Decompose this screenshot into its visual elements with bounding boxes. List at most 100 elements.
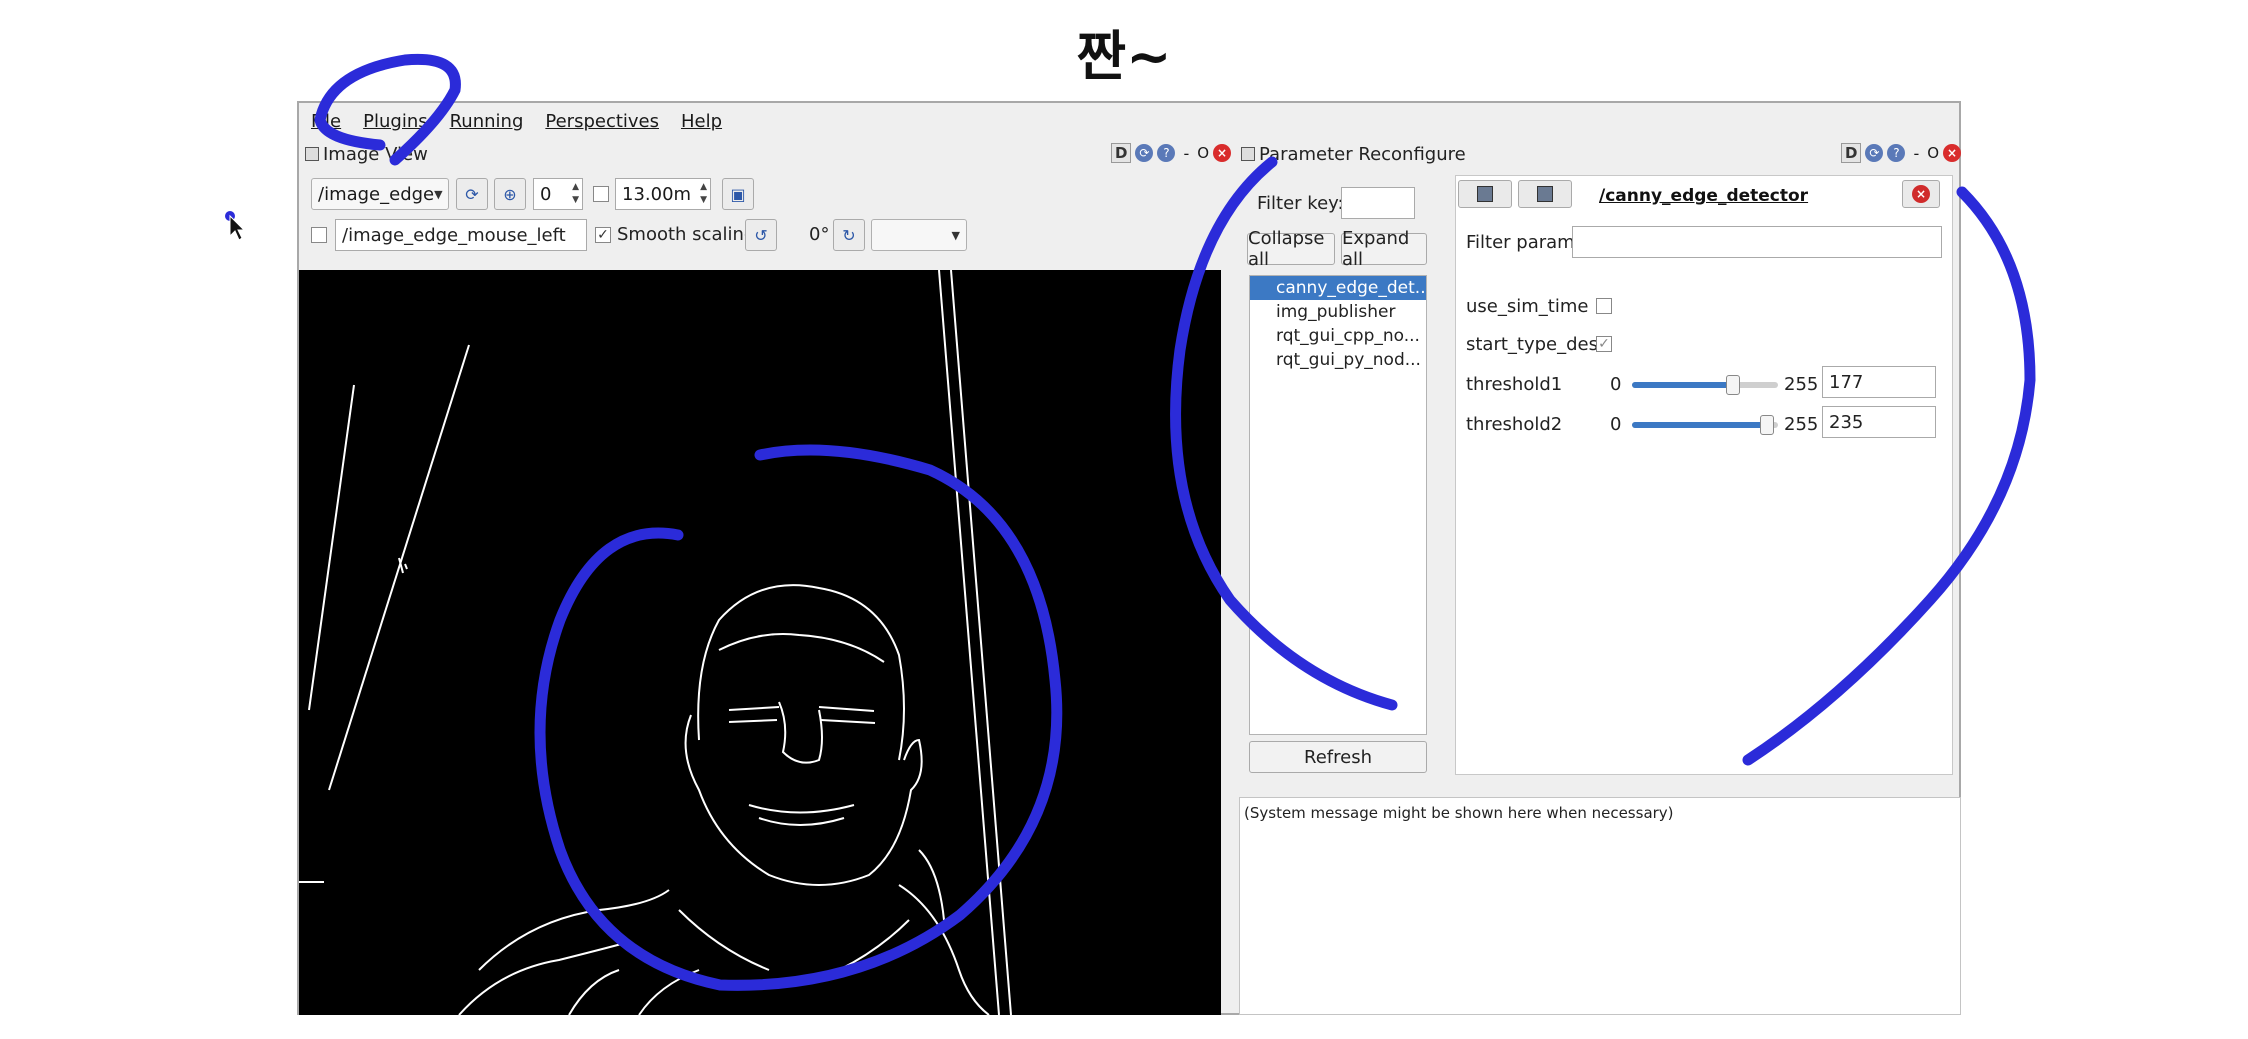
edge-face — [684, 714, 923, 886]
mouse-topic-field[interactable]: /image_edge_mouse_left — [335, 219, 587, 251]
rotate-right-button[interactable]: ↻ — [833, 219, 865, 251]
edge-shoulder-left — [478, 889, 670, 971]
param-reconfigure-title: Parameter Reconfigure — [1241, 139, 1466, 169]
edge-hairline — [718, 633, 885, 663]
float-button[interactable]: O — [1927, 144, 1939, 162]
menu-plugins[interactable]: Plugins — [363, 111, 427, 132]
param-panel: /canny_edge_detector × Filter param: use… — [1455, 175, 1953, 775]
topic-select[interactable]: /image_edge ▼ — [311, 178, 449, 210]
list-item[interactable]: rqt_gui_cpp_no... — [1250, 324, 1426, 348]
dock-d-button[interactable]: D — [1111, 143, 1132, 163]
zoom-spinbox[interactable]: 0 ▲ ▼ — [533, 178, 583, 210]
zoom-fit-button[interactable]: ⊕ — [494, 178, 526, 210]
color-scheme-select[interactable]: ▼ — [871, 219, 967, 251]
menu-perspectives[interactable]: Perspectives — [545, 111, 659, 132]
chevron-down-icon: ▼ — [434, 187, 443, 201]
system-message-text: (System message might be shown here when… — [1244, 804, 1674, 822]
list-item[interactable]: rqt_gui_py_nod... — [1250, 348, 1426, 372]
reload-icon[interactable]: ⟳ — [1865, 144, 1884, 162]
filter-key-input[interactable] — [1341, 187, 1415, 219]
use-sim-time-checkbox[interactable] — [1596, 298, 1612, 314]
filter-param-label: Filter param: — [1466, 232, 1581, 253]
node-list: canny_edge_det... img_publisher rqt_gui_… — [1249, 275, 1427, 735]
edge-shirt — [568, 969, 700, 1015]
node-title: /canny_edge_detector — [1599, 186, 1809, 206]
param-reconfigure-title-text: Parameter Reconfigure — [1259, 143, 1466, 165]
close-icon[interactable]: × — [1943, 144, 1962, 162]
threshold2-slider-handle[interactable] — [1759, 415, 1774, 435]
save-image-button[interactable]: ▣ — [722, 178, 754, 210]
threshold2-label: threshold2 — [1466, 414, 1563, 435]
collapse-all-button[interactable]: Collapse all — [1247, 228, 1335, 270]
rotate-left-button[interactable]: ↺ — [745, 219, 777, 251]
minimize-icon[interactable]: - — [1913, 144, 1919, 163]
image-view-dock-buttons: D ⟳ ? - O × — [1111, 143, 1232, 163]
edge-marks — [398, 557, 408, 574]
chevron-down-icon: ▼ — [951, 228, 960, 242]
image-view-icon — [305, 147, 319, 161]
threshold1-slider[interactable] — [1632, 375, 1778, 395]
minimize-icon[interactable]: - — [1183, 144, 1189, 163]
smooth-scaling-label: Smooth scaling — [617, 224, 756, 245]
threshold2-slider-fill — [1632, 422, 1767, 428]
start-type-checkbox[interactable]: ✓ — [1596, 336, 1612, 352]
mouse-publish-checkbox[interactable] — [311, 227, 327, 243]
expand-all-button[interactable]: Expand all — [1341, 228, 1427, 270]
save-params-button[interactable] — [1518, 180, 1572, 208]
close-node-button[interactable]: × — [1902, 180, 1940, 208]
filter-key-label: Filter key: — [1257, 193, 1344, 214]
menu-file[interactable]: File — [311, 111, 341, 132]
refresh-button[interactable]: Refresh — [1249, 741, 1427, 773]
help-icon[interactable]: ? — [1887, 144, 1906, 162]
filter-param-input[interactable] — [1572, 226, 1942, 258]
threshold2-input[interactable]: 235 — [1822, 406, 1936, 438]
use-sim-time-label: use_sim_time — [1466, 296, 1589, 317]
load-params-button[interactable] — [1458, 180, 1512, 208]
start-type-label: start_type_des — [1466, 334, 1599, 355]
threshold1-input[interactable]: 177 — [1822, 366, 1936, 398]
rotation-label: 0° — [809, 224, 830, 245]
param-reconfigure-icon — [1241, 147, 1255, 161]
list-item[interactable]: canny_edge_det... — [1250, 276, 1426, 300]
timeout-spinbox[interactable]: 13.00m ▲ ▼ — [615, 178, 711, 210]
edge-head — [697, 584, 905, 761]
mouse-topic-value: /image_edge_mouse_left — [342, 224, 566, 246]
slide-title: 짠~ — [1076, 25, 1172, 88]
edge-eyes — [728, 706, 876, 724]
edge-mouth — [748, 804, 855, 826]
image-view-title: Image View — [305, 139, 428, 169]
timeout-value: 13.00m — [622, 183, 692, 205]
edge-nose — [778, 701, 823, 764]
param-dock-buttons: D ⟳ ? - O × — [1841, 143, 1962, 163]
threshold1-slider-handle[interactable] — [1726, 375, 1741, 395]
slide: 짠~ File Plugins Running Perspectives Hel… — [0, 0, 2248, 1039]
threshold1-label: threshold1 — [1466, 374, 1563, 395]
edge-collar — [678, 909, 910, 971]
edge-line-right — [938, 270, 1000, 1015]
system-message-area: (System message might be shown here when… — [1239, 797, 1961, 1015]
menu-bar: File Plugins Running Perspectives Help — [299, 103, 1959, 139]
edge-shoulder-right — [898, 884, 990, 1015]
help-icon[interactable]: ? — [1157, 144, 1176, 162]
refresh-topics-button[interactable]: ⟳ — [456, 178, 488, 210]
threshold1-min: 0 — [1610, 374, 1622, 395]
threshold2-max: 255 — [1784, 414, 1819, 435]
smooth-scaling-checkbox[interactable]: ✓ — [595, 227, 611, 243]
threshold1-slider-fill — [1632, 382, 1734, 388]
list-item[interactable]: img_publisher — [1250, 300, 1426, 324]
close-icon: × — [1912, 185, 1930, 203]
spin-arrows-icon: ▲ ▼ — [572, 182, 579, 205]
image-view-title-text: Image View — [323, 143, 428, 165]
threshold2-slider[interactable] — [1632, 415, 1778, 435]
menu-help[interactable]: Help — [681, 111, 722, 132]
reload-icon[interactable]: ⟳ — [1135, 144, 1154, 162]
timeout-checkbox[interactable] — [593, 186, 609, 202]
image-display[interactable] — [299, 270, 1221, 1015]
dock-d-button[interactable]: D — [1841, 143, 1862, 163]
edge-shoulder-left-2 — [458, 941, 630, 1015]
close-icon[interactable]: × — [1213, 144, 1232, 162]
menu-running[interactable]: Running — [450, 111, 524, 132]
float-button[interactable]: O — [1197, 144, 1209, 162]
spin-arrows-icon: ▲ ▼ — [700, 182, 707, 205]
rqt-window: File Plugins Running Perspectives Help I… — [297, 101, 1962, 1015]
